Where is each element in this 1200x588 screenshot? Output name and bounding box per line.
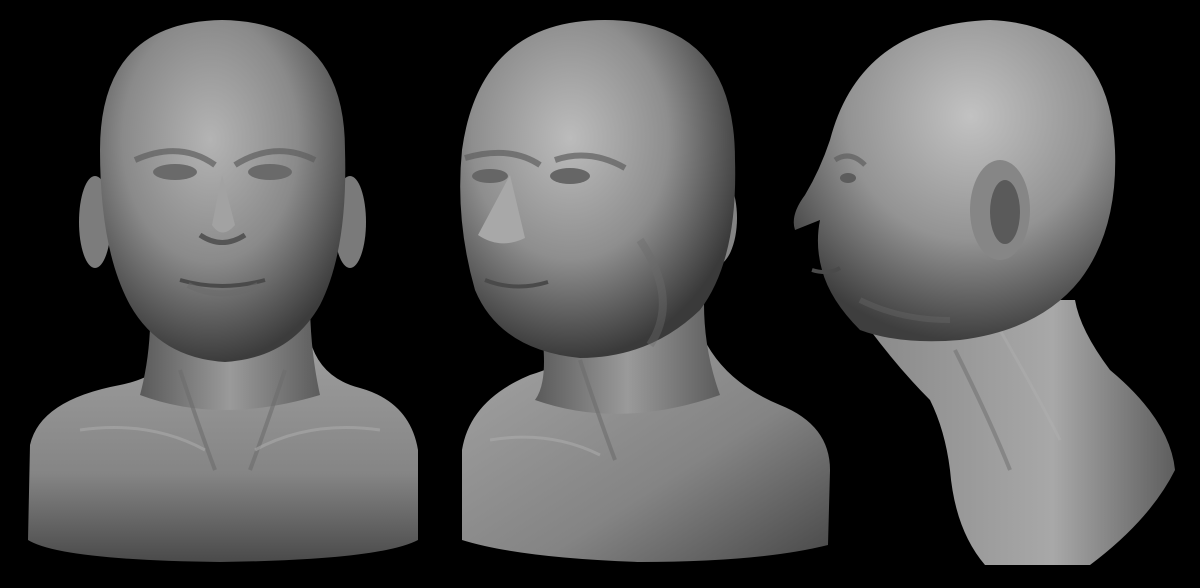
bust-side-profile-view — [793, 20, 1175, 565]
render-canvas — [0, 0, 1200, 588]
eye-right — [550, 168, 590, 184]
eye-right — [248, 164, 292, 180]
eye — [840, 173, 856, 183]
sculpt-render — [28, 20, 1175, 565]
bust-three-quarter-view — [460, 20, 830, 562]
eye-left — [153, 164, 197, 180]
eye-left — [472, 169, 508, 183]
head-three-quarter — [460, 20, 736, 358]
bust-front-view — [28, 20, 418, 562]
